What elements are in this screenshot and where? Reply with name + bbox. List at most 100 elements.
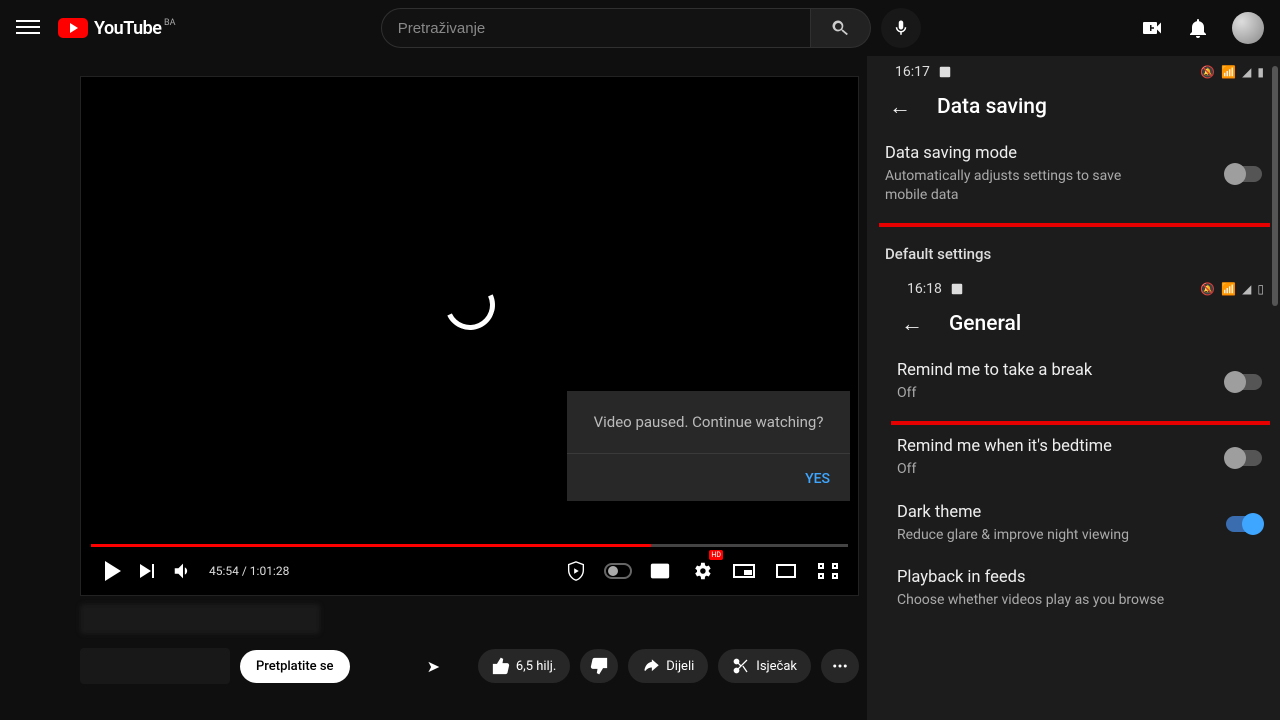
left-column: Video paused. Continue watching? YES 45:… (0, 56, 867, 720)
play-button[interactable] (93, 553, 129, 589)
setting-subtitle: Reduce glare & improve night viewing (897, 526, 1177, 545)
mute-icon: 🔕 (1200, 65, 1215, 79)
miniplayer-button[interactable] (726, 553, 762, 589)
toggle-remind-break[interactable] (1226, 374, 1262, 390)
subtitles-icon (649, 560, 671, 582)
below-player: Pretplatite se ➤ 6,5 hilj. Dijeli Isj (80, 604, 859, 684)
video-player[interactable]: Video paused. Continue watching? YES 45:… (80, 76, 859, 596)
shield-play-icon (565, 560, 587, 582)
fullscreen-button[interactable] (810, 553, 846, 589)
right-column: 16:17 🔕📶◢▮ ← Data saving Data saving mod… (867, 56, 1280, 720)
search-icon (830, 18, 850, 38)
volume-icon (172, 560, 194, 582)
header-left: YouTube BA (16, 16, 161, 40)
scissors-icon (732, 657, 750, 675)
gallery-icon (938, 65, 952, 79)
pause-actions: YES (567, 453, 850, 501)
setting-data-saving-mode[interactable]: Data saving mode Automatically adjusts s… (867, 132, 1280, 217)
setting-title: Data saving mode (885, 144, 1226, 163)
share-icon (642, 657, 660, 675)
header-right (1140, 12, 1264, 44)
create-icon (1140, 16, 1164, 40)
status-icons: 🔕📶◢▮ (1200, 65, 1264, 79)
bell-icon (1186, 16, 1210, 40)
more-actions-button[interactable] (821, 649, 859, 683)
avatar[interactable] (1232, 12, 1264, 44)
setting-playback-feeds[interactable]: Playback in feeds Choose whether videos … (867, 556, 1280, 622)
thumbs-up-icon (492, 657, 510, 675)
dislike-button[interactable] (580, 649, 618, 683)
search-button[interactable] (811, 8, 871, 48)
signal-icon: ◢ (1242, 282, 1251, 296)
status-time: 16:18 (907, 281, 942, 297)
main: Video paused. Continue watching? YES 45:… (0, 56, 1280, 720)
theater-icon (776, 564, 796, 578)
search-box[interactable] (381, 8, 811, 48)
status-bar: 16:17 🔕📶◢▮ (867, 56, 1280, 84)
settings-button[interactable]: HD (684, 553, 720, 589)
app-header: YouTube BA (0, 0, 1280, 56)
autoplay-toggle[interactable] (600, 553, 636, 589)
wifi-icon: 📶 (1221, 282, 1236, 296)
autoplay-icon (604, 563, 632, 579)
ellipsis-icon (831, 657, 849, 675)
logo-region: BA (164, 18, 175, 28)
panel-data-saving: 16:17 🔕📶◢▮ ← Data saving Data saving mod… (867, 56, 1280, 269)
setting-remind-break[interactable]: Remind me to take a break Off (867, 349, 1280, 415)
section-default-settings: Default settings (867, 227, 1280, 269)
fullscreen-icon (818, 563, 838, 579)
mic-icon (892, 19, 910, 37)
video-title-redacted (80, 604, 320, 634)
toggle-remind-bedtime[interactable] (1226, 450, 1262, 466)
create-button[interactable] (1140, 16, 1164, 40)
header-center (381, 8, 921, 48)
setting-title: Dark theme (897, 503, 1226, 522)
hamburger-icon[interactable] (16, 16, 40, 40)
panel-title: General (949, 312, 1021, 336)
play-icon (105, 561, 121, 581)
play-logo-icon (58, 18, 88, 38)
setting-remind-bedtime[interactable]: Remind me when it's bedtime Off (867, 425, 1280, 491)
gear-icon (691, 560, 713, 582)
youtube-logo[interactable]: YouTube BA (58, 18, 161, 39)
premium-button[interactable] (558, 553, 594, 589)
toggle-data-saving[interactable] (1226, 166, 1262, 182)
setting-dark-theme[interactable]: Dark theme Reduce glare & improve night … (867, 491, 1280, 557)
miniplayer-icon (733, 564, 755, 578)
gallery-icon (950, 282, 964, 296)
volume-button[interactable] (165, 553, 201, 589)
cursor-icon: ➤ (427, 657, 441, 675)
clip-button[interactable]: Isječak (718, 649, 811, 683)
like-button[interactable]: 6,5 hilj. (478, 649, 570, 683)
meta-row: Pretplatite se ➤ 6,5 hilj. Dijeli Isj (80, 648, 859, 684)
subtitles-button[interactable] (642, 553, 678, 589)
controls-right: HD (558, 553, 846, 589)
pause-yes-button[interactable]: YES (805, 471, 830, 487)
share-button[interactable]: Dijeli (628, 649, 708, 683)
panel-title: Data saving (937, 95, 1047, 119)
subscribe-button[interactable]: Pretplatite se (240, 650, 350, 683)
setting-title: Remind me to take a break (897, 361, 1226, 380)
pause-message: Video paused. Continue watching? (567, 391, 850, 453)
battery-icon: ▯ (1257, 282, 1264, 296)
next-button[interactable] (129, 553, 165, 589)
hd-badge: HD (709, 550, 723, 560)
time-display: 45:54 / 1:01:28 (209, 564, 289, 578)
mute-icon: 🔕 (1200, 282, 1215, 296)
back-button[interactable]: ← (889, 94, 911, 120)
back-button[interactable]: ← (901, 311, 923, 337)
panel-general: 16:18 🔕 📶 ◢ ▯ ← General Remind me to take a… (867, 273, 1280, 623)
notifications-button[interactable] (1186, 16, 1210, 40)
toggle-dark-theme[interactable] (1226, 516, 1262, 532)
next-icon (140, 564, 151, 578)
theater-button[interactable] (768, 553, 804, 589)
setting-title: Playback in feeds (897, 568, 1262, 587)
setting-title: Remind me when it's bedtime (897, 437, 1226, 456)
setting-subtitle: Automatically adjusts settings to save m… (885, 167, 1165, 205)
setting-subtitle: Choose whether videos play as you browse (897, 591, 1177, 610)
voice-search-button[interactable] (881, 8, 921, 48)
pause-dialog: Video paused. Continue watching? YES (567, 391, 850, 501)
search-input[interactable] (398, 20, 794, 37)
signal-icon: ◢ (1242, 65, 1251, 79)
wifi-icon: 📶 (1221, 65, 1236, 79)
